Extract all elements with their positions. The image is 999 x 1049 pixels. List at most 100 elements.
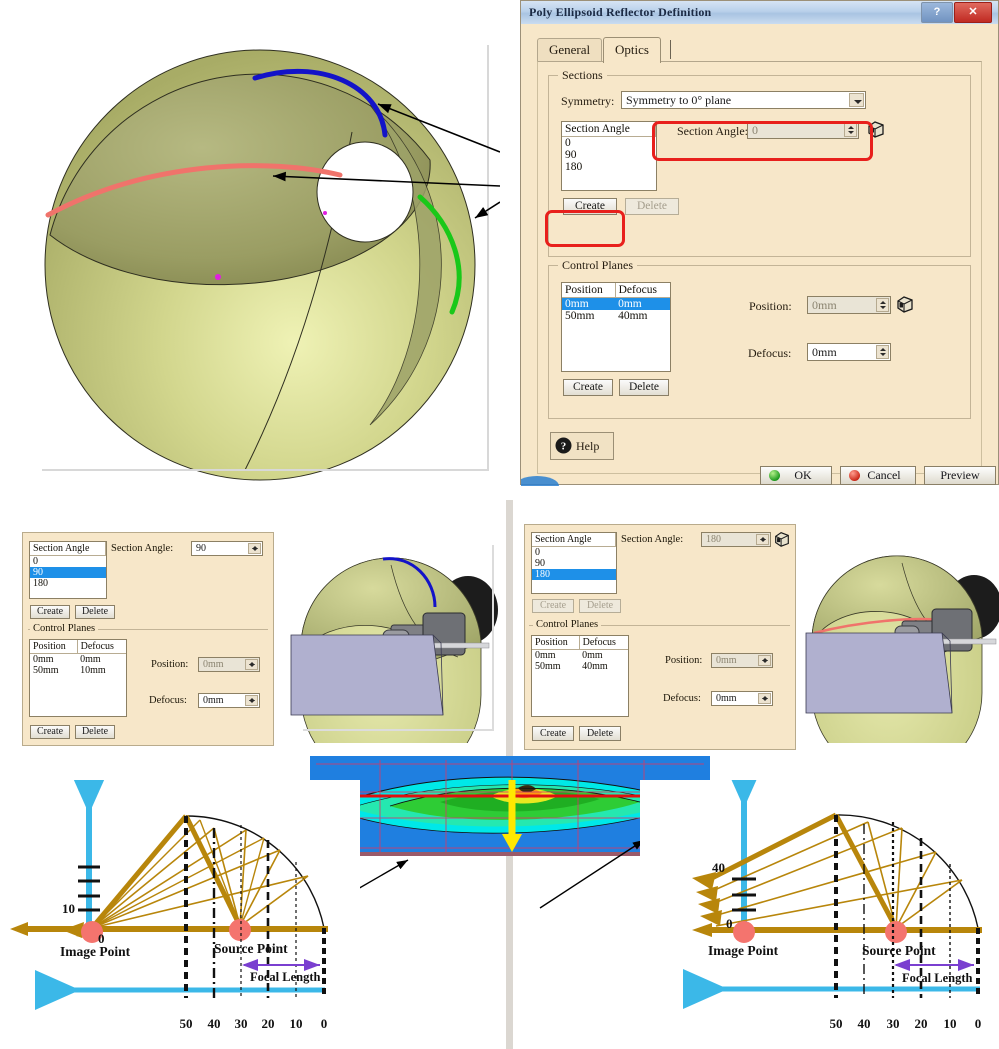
ok-button[interactable]: OK xyxy=(760,466,832,485)
left-defocus-col-header: Defocus xyxy=(80,641,114,652)
right-position-field-label: Position: xyxy=(665,655,703,666)
x-tick-30: 30 xyxy=(235,1016,248,1031)
right-section-angle-field-label: Section Angle: xyxy=(621,534,684,545)
titlebar-help-button[interactable]: ? xyxy=(921,2,953,23)
tab-general[interactable]: General xyxy=(537,38,603,62)
left-position-spinner[interactable] xyxy=(245,659,258,670)
titlebar-close-icon[interactable]: ✕ xyxy=(954,2,992,23)
right-section-angle-spinner[interactable] xyxy=(756,534,769,545)
table-row[interactable]: 50mm 40mm xyxy=(562,310,670,322)
x-tick-40: 40 xyxy=(858,1016,871,1031)
row-defocus: 40mm xyxy=(582,661,608,672)
right-defocus-input[interactable]: 0mm xyxy=(711,691,773,706)
left-section-angle-item[interactable]: 90 xyxy=(30,567,106,578)
right-section-angle-col-header: Section Angle xyxy=(532,533,616,546)
right-sections-delete-button[interactable]: Delete xyxy=(579,599,621,613)
left-defocus-spinner[interactable] xyxy=(245,695,258,706)
right-section-angle-input[interactable]: 180 xyxy=(701,532,771,547)
cube-picker-icon[interactable] xyxy=(773,530,791,551)
left-section-angle-input[interactable]: 90 xyxy=(191,541,263,556)
cancel-button[interactable]: Cancel xyxy=(840,466,916,485)
right-control-planes-listbox[interactable]: Position Defocus 0mm 0mm 50mm 40mm xyxy=(531,635,629,717)
table-row[interactable]: 0mm 0mm xyxy=(30,654,126,665)
control-planes-create-button[interactable]: Create xyxy=(563,379,613,396)
help-button[interactable]: ? Help xyxy=(550,432,614,460)
position-input[interactable]: 0mm xyxy=(807,296,891,314)
help-button-label: Help xyxy=(576,439,600,453)
row-position: 0mm xyxy=(33,654,54,665)
left-position-col-header: Position xyxy=(30,640,78,653)
left-position-input[interactable]: 0mm xyxy=(198,657,260,672)
row-position: 50mm xyxy=(33,665,59,676)
x-tick-10: 10 xyxy=(944,1016,957,1031)
left-section-angle-item[interactable]: 180 xyxy=(30,578,51,589)
poly-ellipsoid-reflector-dialog[interactable]: Poly Ellipsoid Reflector Definition ? ✕ … xyxy=(520,0,999,485)
control-planes-listbox[interactable]: Position Defocus 0mm 0mm 50mm 40mm xyxy=(561,282,671,372)
y-tick-10: 10 xyxy=(62,901,75,916)
sections-delete-button[interactable]: Delete xyxy=(625,198,679,215)
left-section-angle-item[interactable]: 0 xyxy=(30,556,41,567)
defocus-spinner[interactable] xyxy=(876,345,889,359)
dialog-titlebar[interactable]: Poly Ellipsoid Reflector Definition ? ✕ xyxy=(521,1,998,25)
source-point-label-right: Source Point xyxy=(862,943,936,958)
ray-diagram-left: 10 0 Image Point Source Point Focal Leng… xyxy=(0,780,360,1049)
left-cp-delete-button[interactable]: Delete xyxy=(75,725,115,739)
x-tick-20: 20 xyxy=(915,1016,928,1031)
table-row[interactable]: 0mm 0mm xyxy=(532,650,628,661)
section-angle-listbox[interactable]: Section Angle 0 90 180 xyxy=(561,121,657,191)
position-field-label: Position: xyxy=(749,299,792,313)
control-planes-delete-button[interactable]: Delete xyxy=(619,379,669,396)
svg-text:?: ? xyxy=(561,441,567,453)
image-point-marker xyxy=(733,921,755,943)
table-row[interactable]: 50mm 10mm xyxy=(30,665,126,676)
right-position-input[interactable]: 0mm xyxy=(711,653,773,668)
left-defocus-input[interactable]: 0mm xyxy=(198,693,260,708)
panel-right-section-180[interactable]: Section Angle 0 90 180 Section Angle: 18… xyxy=(524,524,796,750)
focal-length-label-right: Focal Length xyxy=(902,971,973,985)
table-row[interactable]: 50mm 40mm xyxy=(532,661,628,672)
right-defocus-spinner[interactable] xyxy=(758,693,771,704)
tab-optics[interactable]: Optics xyxy=(603,37,661,63)
right-section-angle-item[interactable]: 90 xyxy=(532,558,548,569)
table-row[interactable]: 0mm 0mm xyxy=(562,298,670,310)
row-position: 0mm xyxy=(535,650,556,661)
left-sections-delete-button[interactable]: Delete xyxy=(75,605,115,619)
list-item: 90 xyxy=(532,558,616,569)
right-cp-create-button[interactable]: Create xyxy=(532,726,574,741)
cube-picker-icon[interactable] xyxy=(895,294,915,317)
taskbar-orb-decoration xyxy=(521,468,565,486)
panel-left-section-90[interactable]: Section Angle 0 90 180 Section Angle: 90… xyxy=(22,532,274,746)
row-position: 0mm xyxy=(565,298,589,310)
symmetry-label: Symmetry: xyxy=(561,94,615,108)
x-tick-10: 10 xyxy=(290,1016,303,1031)
control-planes-group-label: Control Planes xyxy=(558,258,637,273)
list-item: 180 xyxy=(30,578,106,589)
x-tick-0: 0 xyxy=(321,1016,328,1031)
right-section-angle-item[interactable]: 180 xyxy=(532,569,616,580)
right-sections-create-button[interactable]: Create xyxy=(532,599,574,613)
create-button-highlight xyxy=(545,210,625,247)
right-cp-delete-button[interactable]: Delete xyxy=(579,726,621,741)
defocus-input[interactable]: 0mm xyxy=(807,343,891,361)
left-control-planes-listbox[interactable]: Position Defocus 0mm 0mm 50mm 10mm xyxy=(29,639,127,717)
right-section-angle-item[interactable]: 0 xyxy=(532,547,543,558)
position-spinner[interactable] xyxy=(876,298,889,312)
row-position: 50mm xyxy=(565,310,595,322)
section-angle-item[interactable]: 180 xyxy=(562,161,585,173)
section-angle-item[interactable]: 0 xyxy=(562,137,574,149)
section-angle-item[interactable]: 90 xyxy=(562,149,580,161)
left-sections-create-button[interactable]: Create xyxy=(30,605,70,619)
left-section-angle-listbox[interactable]: Section Angle 0 90 180 xyxy=(29,541,107,599)
chevron-down-icon[interactable] xyxy=(849,93,864,107)
right-section-angle-listbox[interactable]: Section Angle 0 90 180 xyxy=(531,532,617,594)
right-defocus-input-value: 0mm xyxy=(716,693,737,704)
right-position-spinner[interactable] xyxy=(758,655,771,666)
red-orb-icon xyxy=(849,470,860,481)
preview-button[interactable]: Preview xyxy=(924,466,996,485)
symmetry-combo[interactable]: Symmetry to 0° plane xyxy=(621,91,866,109)
left-section-angle-spinner[interactable] xyxy=(248,543,261,554)
row-position: 50mm xyxy=(535,661,561,672)
left-cp-create-button[interactable]: Create xyxy=(30,725,70,739)
defocus-input-value: 0mm xyxy=(812,345,837,359)
x-tick-50: 50 xyxy=(830,1016,843,1031)
